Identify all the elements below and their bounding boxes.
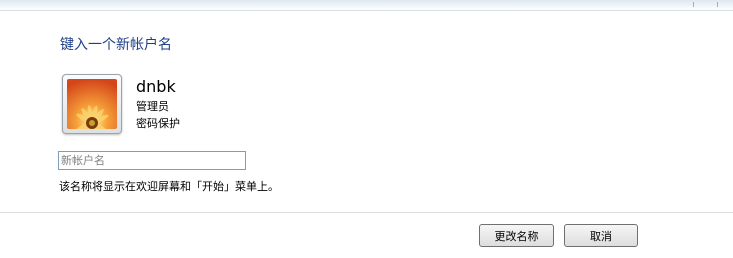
rename-hint: 该名称将显示在欢迎屏幕和「开始」菜单上。 xyxy=(59,180,279,193)
flower-picture-icon xyxy=(67,79,117,129)
avatar xyxy=(62,74,122,134)
new-account-name-input[interactable] xyxy=(58,151,246,170)
account-username: dnbk xyxy=(136,77,176,96)
footer-divider xyxy=(0,212,733,213)
rename-account-dialog: 键入一个新帐户名 dnbk 管理员 密码保护 新帐户名 该名称将显示在欢迎屏幕和… xyxy=(0,0,733,258)
account-role: 管理员 xyxy=(136,100,169,113)
top-strip xyxy=(0,0,733,11)
change-name-button[interactable]: 更改名称 xyxy=(479,224,554,247)
cancel-button[interactable]: 取消 xyxy=(564,224,638,247)
page-title: 键入一个新帐户名 xyxy=(60,37,172,53)
account-protection-status: 密码保护 xyxy=(136,117,180,130)
strip-tick xyxy=(717,2,718,7)
strip-tick xyxy=(693,2,694,7)
